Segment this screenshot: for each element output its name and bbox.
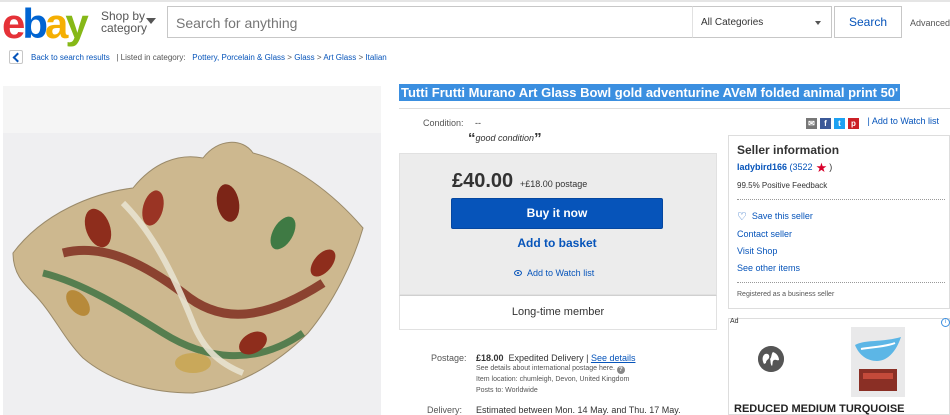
listed-in-label: | Listed in category: — [116, 53, 186, 62]
twitter-icon[interactable]: t — [834, 118, 845, 129]
see-details-link[interactable]: See details — [591, 353, 636, 363]
search-input[interactable] — [176, 15, 684, 31]
help-icon[interactable]: ? — [616, 366, 625, 374]
ad-product-image[interactable] — [851, 327, 905, 397]
title-divider — [399, 108, 950, 109]
ebay-logo[interactable]: ebay — [2, 0, 89, 47]
product-image[interactable] — [3, 133, 381, 415]
save-seller-link[interactable]: ♡ Save this seller — [737, 210, 813, 223]
ad-info-icon[interactable]: i — [941, 318, 950, 327]
international-postage-note: See details about international postage … — [476, 365, 625, 374]
logo-letter-b: b — [22, 0, 48, 47]
registered-business-note: Registered as a business seller — [737, 291, 835, 298]
back-arrow-icon[interactable] — [9, 50, 23, 64]
email-icon[interactable]: ✉ — [806, 118, 817, 129]
breadcrumb-separator: > — [358, 53, 364, 62]
logo-letter-a: a — [45, 0, 68, 47]
shop-by-category-button[interactable]: Shop by category — [101, 10, 156, 35]
member-status: Long-time member — [511, 306, 605, 318]
header-top-rule — [0, 0, 950, 2]
breadcrumb-item-art-glass[interactable]: Art Glass — [323, 53, 356, 62]
save-seller-label: Save this seller — [751, 211, 813, 221]
visit-shop-link[interactable]: Visit Shop — [737, 246, 777, 256]
feedback-count[interactable]: (3522 — [790, 162, 813, 172]
condition-label: Condition: — [423, 118, 464, 128]
contact-seller-link[interactable]: Contact seller — [737, 229, 792, 239]
breadcrumb-item-pottery[interactable]: Pottery, Porcelain & Glass — [192, 53, 285, 62]
listing-title: Tutti Frutti Murano Art Glass Bowl gold … — [399, 84, 901, 101]
open-quote: “ — [468, 130, 476, 147]
share-add-to-watch-link[interactable]: | Add to Watch list — [868, 116, 940, 126]
facebook-icon[interactable]: f — [820, 118, 831, 129]
dropdown-arrow-icon — [815, 21, 821, 25]
condition-note-text: good condition — [475, 133, 535, 143]
postage-price: £18.00 — [476, 353, 504, 363]
chevron-down-icon — [146, 18, 156, 24]
add-to-basket-button[interactable]: Add to basket — [451, 236, 663, 250]
logo-letter-y: y — [65, 0, 88, 47]
divider-dotted — [737, 199, 945, 200]
category-select[interactable]: All Categories — [692, 6, 832, 38]
item-price: £40.00 — [452, 170, 514, 192]
back-to-results-link[interactable]: Back to search results — [31, 53, 110, 62]
ad-label: Ad — [730, 318, 739, 325]
feedback-count-close: ) — [829, 162, 833, 172]
international-postage-text: See details about international postage … — [476, 365, 615, 372]
seller-name-row: ladybird166 (3522 ★) — [737, 160, 832, 176]
seller-info-heading: Seller information — [737, 143, 840, 157]
breadcrumb-separator: > — [287, 53, 292, 62]
condition-note: “good condition” — [468, 130, 542, 147]
seller-name-link[interactable]: ladybird166 — [737, 162, 787, 172]
delivery-label: Delivery: — [427, 405, 463, 415]
item-location: Item location: chumleigh, Devon, United … — [476, 376, 630, 383]
postage-cost: +£18.00 postage — [520, 179, 588, 189]
postage-value: £18.00 Expedited Delivery | See details — [476, 353, 635, 363]
heart-icon: ♡ — [737, 211, 747, 223]
search-button[interactable]: Search — [834, 6, 902, 38]
pinterest-icon[interactable]: p — [848, 118, 859, 129]
category-select-value: All Categories — [701, 17, 764, 28]
search-field[interactable] — [167, 6, 693, 38]
buy-it-now-button[interactable]: Buy it now — [451, 198, 663, 229]
breadcrumb-separator: > — [316, 53, 322, 62]
globe-icon — [758, 346, 784, 372]
delivery-value: Estimated between Mon. 14 May. and Thu. … — [476, 405, 681, 415]
eye-icon — [514, 270, 522, 276]
add-to-watch-label: Add to Watch list — [527, 268, 595, 278]
condition-value: -- — [475, 118, 481, 128]
postage-method: Expedited Delivery | — [508, 353, 589, 363]
posts-to: Posts to: Worldwide — [476, 387, 538, 394]
advanced-search-link[interactable]: Advanced — [910, 18, 950, 28]
positive-feedback: 99.5% Positive Feedback — [737, 181, 828, 190]
add-to-watch-list-button[interactable]: Add to Watch list — [514, 268, 594, 278]
breadcrumb: Back to search results | Listed in categ… — [31, 53, 387, 62]
divider-dotted — [737, 282, 945, 283]
shop-by-line2: category — [101, 21, 148, 35]
share-row: ✉ f t p | Add to Watch list — [806, 116, 939, 129]
close-quote: ” — [534, 130, 542, 147]
see-other-items-link[interactable]: See other items — [737, 263, 800, 273]
breadcrumb-item-italian[interactable]: Italian — [365, 53, 386, 62]
ad-title[interactable]: REDUCED MEDIUM TURQUOISE — [734, 403, 905, 415]
breadcrumb-item-glass[interactable]: Glass — [294, 53, 314, 62]
logo-letter-e: e — [2, 0, 25, 47]
feedback-star-icon: ★ — [815, 160, 828, 175]
postage-label: Postage: — [431, 353, 467, 363]
